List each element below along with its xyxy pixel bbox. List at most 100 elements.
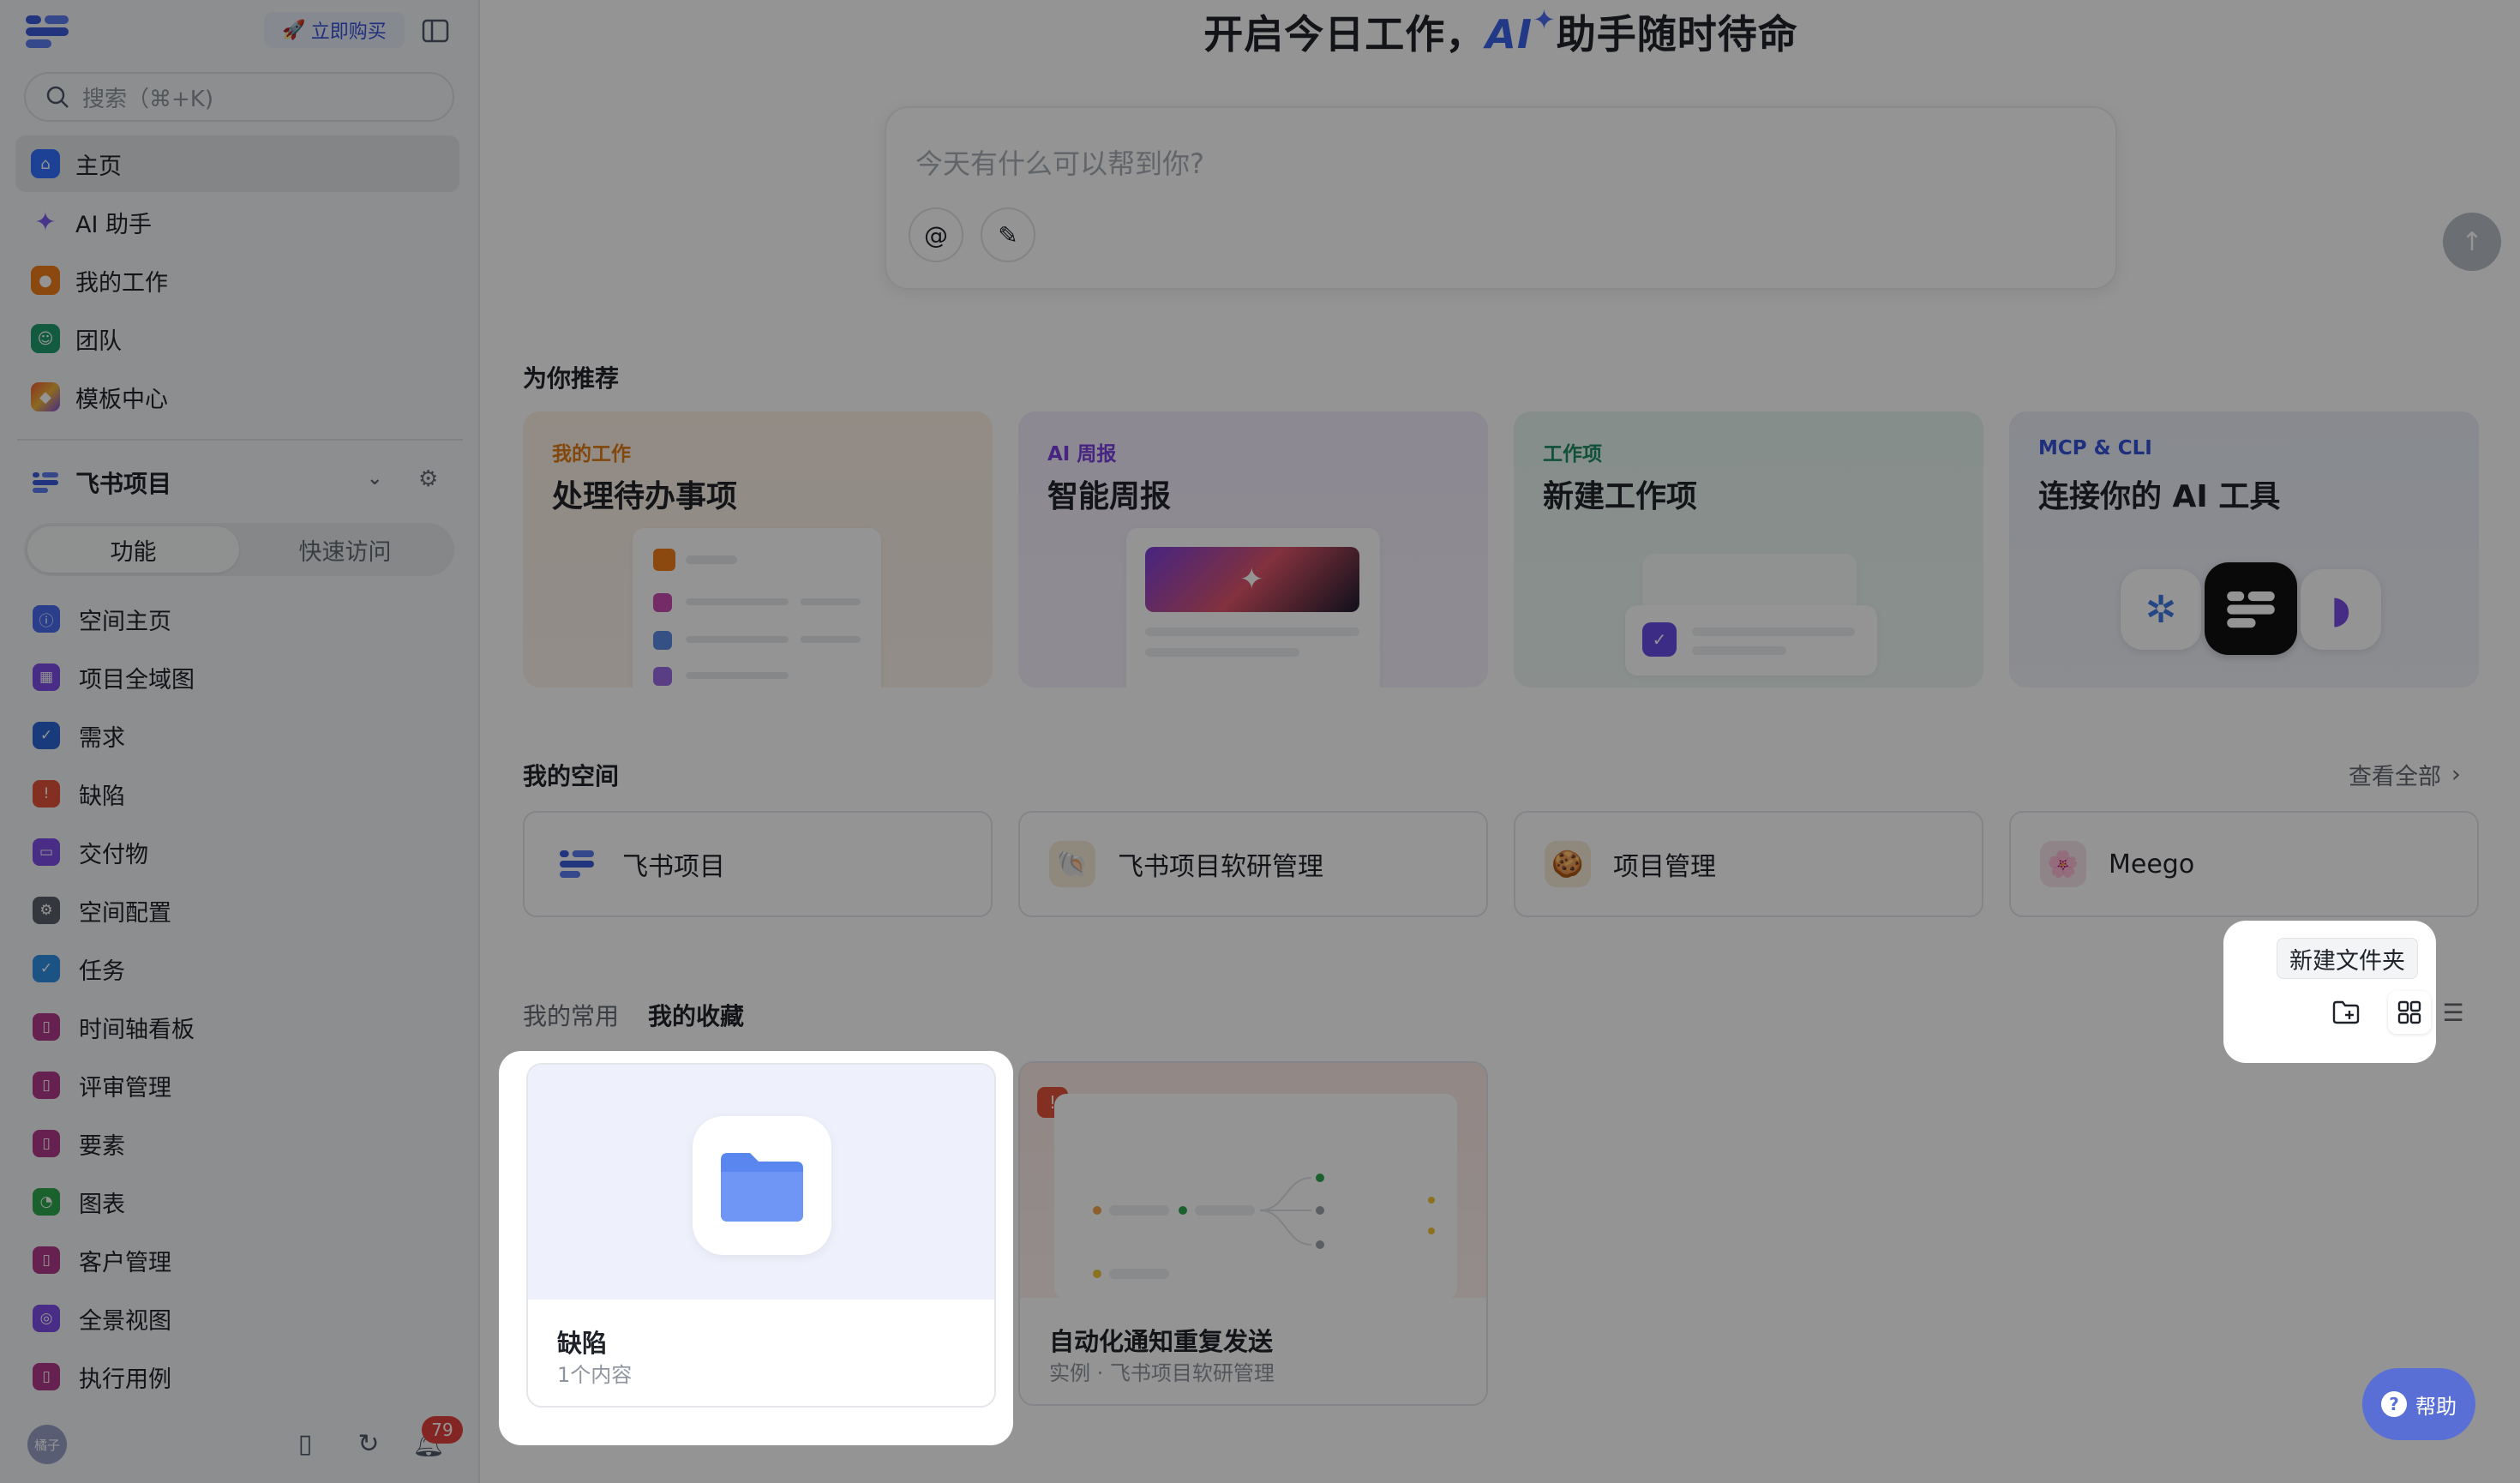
bookmark-icon: ▯ — [33, 1013, 60, 1041]
nav-item-ai-assistant[interactable]: ✦ AI 助手 — [15, 194, 459, 250]
func-item-elements[interactable]: ▯ 要素 — [22, 1114, 459, 1173]
magic-pen-icon[interactable]: ✎ — [981, 207, 1035, 262]
project-switcher[interactable]: 飞书项目 ⌄ ⚙ — [33, 461, 453, 504]
rec-card-my-work[interactable]: 我的工作 处理待办事项 — [523, 411, 993, 687]
new-folder-tooltip: 新建文件夹 — [2277, 938, 2418, 979]
bookmark-icon: ▯ — [33, 1363, 60, 1390]
rec-card-mcp-cli[interactable]: MCP & CLI 连接你的 AI 工具 ✲ ◗ — [2009, 411, 2479, 687]
person-icon: ● — [31, 266, 60, 295]
sparkle-icon: ✦ — [1239, 562, 1264, 597]
nav-item-home[interactable]: ⌂ 主页 — [15, 135, 459, 192]
mention-icon[interactable]: @ — [909, 207, 963, 262]
space-card-feishu-project[interactable]: 飞书项目 — [523, 811, 993, 917]
app-logo-icon — [2205, 562, 2297, 655]
buy-now-button[interactable]: 🚀 立即购买 — [264, 12, 405, 48]
favorite-name: 缺陷 — [557, 1329, 608, 1358]
space-card-rnd[interactable]: 🐚 飞书项目软研管理 — [1018, 811, 1488, 917]
project-logo-icon — [33, 472, 58, 493]
page-headline: 开启今日工作，AI✦助手随时待命 — [482, 3, 2520, 60]
tab-frequent[interactable]: 我的常用 — [523, 998, 619, 1032]
func-label: 图表 — [79, 1191, 125, 1218]
chevron-down-icon[interactable]: ⌄ — [367, 468, 382, 489]
space-name: Meego — [2109, 849, 2195, 880]
copilot-logo-icon: ◗ — [2301, 569, 2381, 650]
chat-placeholder: 今天有什么可以帮到你? — [915, 147, 1204, 180]
space-name: 飞书项目软研管理 — [1118, 852, 1323, 882]
folder-icon — [693, 1116, 831, 1255]
avatar[interactable]: 橘子 — [27, 1425, 67, 1464]
new-folder-icon[interactable] — [2326, 993, 2366, 1032]
func-item-space-home[interactable]: ⓘ 空间主页 — [22, 590, 459, 648]
func-item-deliverables[interactable]: ▭ 交付物 — [22, 823, 459, 881]
func-item-customers[interactable]: ▯ 客户管理 — [22, 1231, 459, 1289]
notification-badge: 79 — [422, 1416, 463, 1444]
team-icon: ☺ — [31, 324, 60, 353]
project-logo-icon — [554, 841, 600, 887]
nav-item-team[interactable]: ☺ 团队 — [15, 310, 459, 367]
spaces-title: 我的空间 — [523, 762, 620, 790]
rec-title: 智能周报 — [1047, 479, 1172, 514]
rec-card-ai-weekly[interactable]: AI 周报 智能周报 ✦ — [1018, 411, 1488, 687]
info-icon: ⓘ — [33, 605, 60, 633]
list-view-icon[interactable]: ☰ — [2436, 991, 2470, 1034]
tablet-icon[interactable]: ▯ — [286, 1425, 324, 1462]
help-button[interactable]: ? 帮助 — [2362, 1368, 2475, 1440]
func-item-charts[interactable]: ◔ 图表 — [22, 1173, 459, 1231]
func-item-review[interactable]: ▯ 评审管理 — [22, 1056, 459, 1114]
func-item-defects[interactable]: ! 缺陷 — [22, 765, 459, 823]
space-card-project-mgmt[interactable]: 🍪 项目管理 — [1514, 811, 1983, 917]
search-icon — [46, 86, 69, 108]
favorite-card-defects[interactable]: 缺陷 1个内容 — [526, 1063, 996, 1408]
search-input[interactable]: 搜索（⌘+K) — [24, 72, 454, 122]
rec-title: 新建工作项 — [1543, 479, 1698, 514]
func-label: 时间轴看板 — [79, 1016, 195, 1043]
app-logo-icon[interactable] — [24, 14, 70, 48]
func-item-project-map[interactable]: ▦ 项目全域图 — [22, 648, 459, 706]
template-icon: ◆ — [31, 382, 60, 411]
func-item-space-config[interactable]: ⚙ 空间配置 — [22, 881, 459, 940]
func-item-requirements[interactable]: ✓ 需求 — [22, 706, 459, 765]
favorite-thumbnail: ! — [1020, 1063, 1486, 1300]
refresh-icon[interactable]: ↻ — [350, 1425, 387, 1462]
func-label: 空间配置 — [79, 899, 171, 927]
send-button[interactable]: ↑ — [2443, 213, 2501, 271]
favorite-card-automation[interactable]: ! 自动化通知重复发送 实例 · 飞书项目软研管理 — [1018, 1061, 1488, 1406]
sidebar-segmented-control: 功能 快速访问 — [24, 523, 454, 576]
func-item-timeline-board[interactable]: ▯ 时间轴看板 — [22, 998, 459, 1056]
segment-quick-access[interactable]: 快速访问 — [239, 526, 451, 573]
rec-card-new-work-item[interactable]: 工作项 新建工作项 ✓ — [1514, 411, 1983, 687]
view-all-link[interactable]: 查看全部 › — [2349, 758, 2461, 791]
weekly-illustration: ✦ — [1126, 528, 1380, 687]
nav-label: 团队 — [75, 327, 122, 355]
tab-favorites[interactable]: 我的收藏 — [648, 998, 744, 1032]
tour-spotlight-toolbar: 新建文件夹 — [2223, 921, 2436, 1063]
headline-post: 助手随时待命 — [1556, 11, 1798, 57]
sidebar-toggle-icon[interactable] — [420, 15, 451, 46]
func-label: 空间主页 — [79, 608, 171, 635]
check-circle-icon: ✓ — [1642, 622, 1677, 657]
ai-chat-box[interactable]: 今天有什么可以帮到你? @ ✎ ↑ — [885, 106, 2501, 290]
grid-icon: ▦ — [33, 663, 60, 691]
space-card-meego[interactable]: 🌸 Meego — [2009, 811, 2479, 917]
sidebar: 🚀 立即购买 搜索（⌘+K) ⌂ 主页 ✦ AI 助手 ● 我的工作 ☺ 团队 — [0, 0, 480, 1483]
func-label: 全景视图 — [79, 1307, 171, 1335]
grid-view-icon[interactable] — [2388, 991, 2431, 1034]
view-all-label: 查看全部 — [2349, 764, 2441, 790]
work-item-illustration: ✓ — [1625, 605, 1877, 675]
alert-icon: ! — [33, 780, 60, 808]
func-item-panorama[interactable]: ◎ 全景视图 — [22, 1289, 459, 1348]
func-label: 任务 — [79, 958, 125, 985]
rec-tag: MCP & CLI — [2038, 437, 2152, 459]
func-item-test-cases[interactable]: ▯ 执行用例 — [22, 1348, 459, 1406]
favorite-sub: 1个内容 — [557, 1363, 633, 1387]
segment-functions[interactable]: 功能 — [27, 526, 239, 573]
nav-item-my-work[interactable]: ● 我的工作 — [15, 252, 459, 309]
settings-sliders-icon[interactable]: ⚙ — [418, 466, 438, 492]
main-nav: ⌂ 主页 ✦ AI 助手 ● 我的工作 ☺ 团队 ◆ 模板中心 — [15, 135, 459, 427]
func-label: 交付物 — [79, 841, 148, 868]
nav-item-templates[interactable]: ◆ 模板中心 — [15, 369, 459, 425]
nav-label: AI 助手 — [75, 211, 153, 238]
func-item-tasks[interactable]: ✓ 任务 — [22, 940, 459, 998]
rec-tag: 工作项 — [1543, 443, 1602, 465]
func-label: 缺陷 — [79, 783, 125, 810]
